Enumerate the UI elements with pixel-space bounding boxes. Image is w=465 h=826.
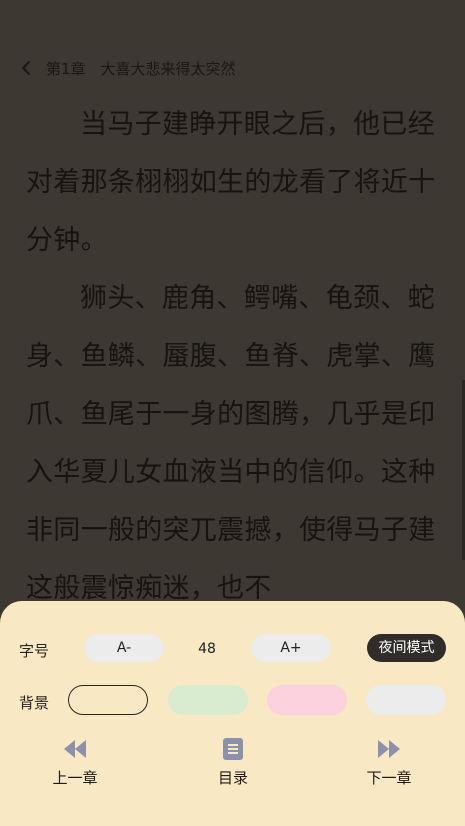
next-chapter-label: 下一章 bbox=[366, 769, 412, 787]
night-mode-button[interactable]: 夜间模式 bbox=[367, 634, 446, 662]
rewind-icon bbox=[64, 740, 86, 758]
paragraph: 当马子建睁开眼之后，他已经对着那条栩栩如生的龙看了将近十分钟。 bbox=[26, 109, 436, 256]
chapter-title: 第1章 大喜大悲来得太突然 bbox=[46, 60, 236, 78]
fast-forward-icon bbox=[378, 740, 400, 758]
font-size-label: 字号 bbox=[19, 642, 50, 660]
previous-chapter-button[interactable]: 上一章 bbox=[35, 735, 115, 788]
decrease-font-button[interactable]: A- bbox=[84, 634, 164, 662]
table-of-contents-label: 目录 bbox=[217, 769, 248, 787]
reader-header: 第1章 大喜大悲来得太突然 bbox=[0, 54, 465, 82]
reading-content: 当马子建睁开眼之后，他已经对着那条栩栩如生的龙看了将近十分钟。 狮头、鹿角、鳄嘴… bbox=[26, 96, 442, 606]
list-icon bbox=[223, 738, 243, 760]
paragraph: 狮头、鹿角、鳄嘴、龟颈、蛇身、鱼鳞、蜃腹、鱼脊、虎掌、鹰爪、鱼尾于一身的图腾，几… bbox=[26, 283, 436, 604]
background-swatch-pink[interactable] bbox=[267, 685, 347, 715]
increase-font-button[interactable]: A+ bbox=[251, 634, 331, 662]
background-label: 背景 bbox=[19, 694, 50, 712]
font-size-value: 48 bbox=[198, 641, 216, 657]
next-chapter-button[interactable]: 下一章 bbox=[349, 735, 429, 788]
background-swatch-gray[interactable] bbox=[366, 685, 446, 715]
table-of-contents-button[interactable]: 目录 bbox=[193, 735, 273, 788]
chevron-left-icon[interactable] bbox=[18, 59, 36, 77]
background-swatch-green[interactable] bbox=[168, 685, 248, 715]
previous-chapter-label: 上一章 bbox=[52, 769, 98, 787]
settings-panel: 字号 A- 48 A+ 夜间模式 背景 上一章 目录 下一章 bbox=[0, 601, 465, 826]
background-swatch-cream[interactable] bbox=[68, 685, 148, 715]
